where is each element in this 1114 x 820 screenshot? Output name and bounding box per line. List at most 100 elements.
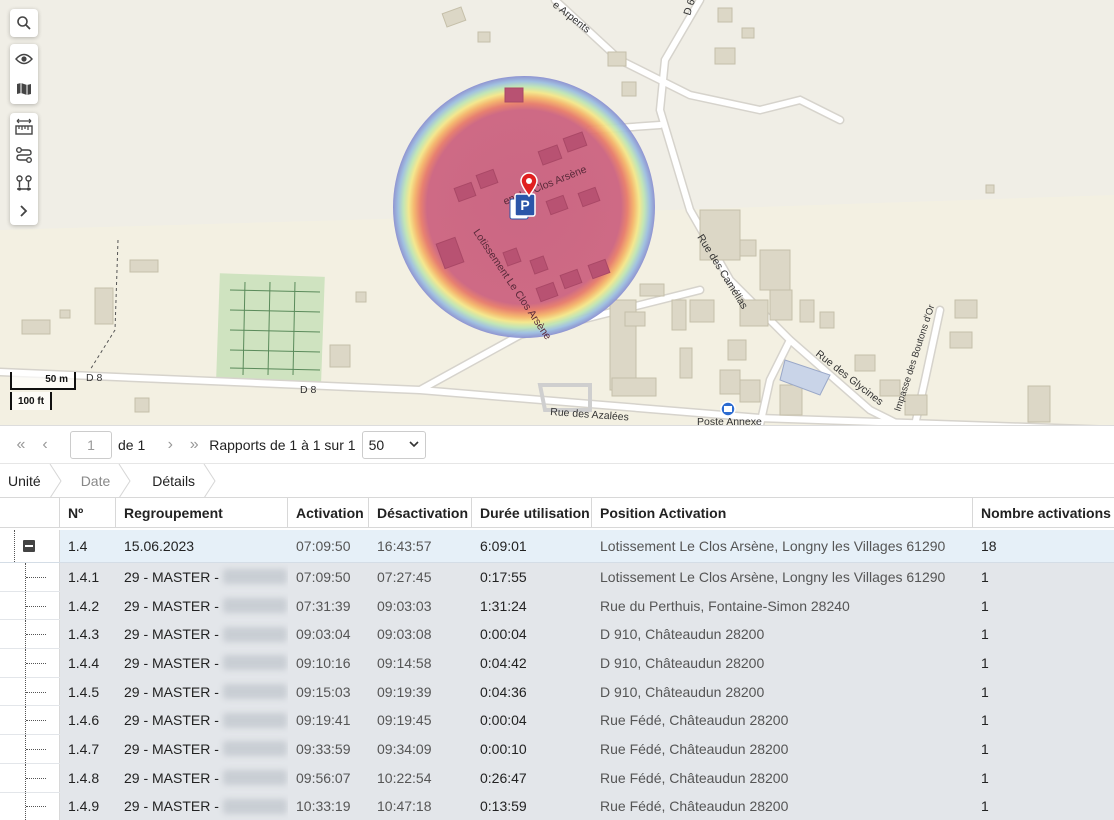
cell-grouping-text: 29 - MASTER - bbox=[124, 568, 219, 585]
cell-number: 1.4.2 bbox=[68, 597, 100, 614]
search-button[interactable] bbox=[10, 9, 38, 37]
collapse-button[interactable] bbox=[23, 540, 35, 552]
cell-grouping: 29 - MASTER - bbox=[116, 735, 288, 763]
cell-activation: 09:56:07 bbox=[296, 769, 351, 786]
column-header-grouping[interactable]: Regroupement bbox=[116, 498, 288, 528]
column-header-duration[interactable]: Durée utilisation bbox=[472, 498, 592, 528]
ruler-icon bbox=[15, 118, 33, 135]
breadcrumb-unit[interactable]: Unité bbox=[0, 463, 62, 498]
map-canvas[interactable]: e Arpents D 61 ent Le Clos Arsène Lotiss… bbox=[0, 0, 1114, 425]
cell-activation: 09:15:03 bbox=[296, 683, 351, 700]
breadcrumb: Unité Date Détails bbox=[0, 463, 1114, 498]
table-row[interactable]: 1.4.1 29 - MASTER - 07:09:50 07:27:45 0:… bbox=[0, 563, 1114, 592]
report-table: Nº Regroupement Activation Désactivation… bbox=[0, 497, 1114, 820]
breadcrumb-label: Date bbox=[80, 472, 111, 489]
per-page-select[interactable]: 50 bbox=[361, 430, 426, 459]
last-page-button[interactable]: » bbox=[185, 436, 203, 454]
breadcrumb-label: Détails bbox=[152, 472, 196, 489]
cell-duration: 0:00:10 bbox=[480, 740, 527, 757]
reports-range-label: Rapports de 1 à 1 sur 1 bbox=[209, 436, 356, 453]
tree-cell bbox=[0, 591, 60, 620]
redacted-unit-name bbox=[222, 569, 287, 585]
column-header-deactivation[interactable]: Désactivation bbox=[369, 498, 472, 528]
cell-position: Rue Fédé, Châteaudun 28200 bbox=[600, 712, 789, 729]
cell-number: 1.4.8 bbox=[68, 769, 100, 786]
redacted-unit-name bbox=[222, 626, 287, 642]
cell-activation: 09:10:16 bbox=[296, 654, 351, 671]
redacted-unit-name bbox=[222, 712, 287, 728]
cell-grouping-text: 29 - MASTER - bbox=[124, 597, 219, 614]
cell-position: D 910, Châteaudun 28200 bbox=[600, 683, 765, 700]
cell-number: 1.4.1 bbox=[68, 568, 100, 585]
cell-count: 1 bbox=[981, 683, 989, 700]
table-row-group[interactable]: 1.4 15.06.2023 07:09:50 16:43:57 6:09:01… bbox=[0, 530, 1114, 563]
measure-button[interactable] bbox=[10, 113, 38, 141]
cell-grouping: 29 - MASTER - bbox=[116, 706, 288, 734]
column-header-activation[interactable]: Activation bbox=[288, 498, 369, 528]
first-page-button[interactable]: « bbox=[12, 436, 30, 454]
per-page-value: 50 bbox=[368, 436, 385, 453]
cell-count: 18 bbox=[981, 538, 997, 554]
cell-grouping-text: 29 - MASTER - bbox=[124, 740, 219, 757]
next-page-button[interactable]: › bbox=[161, 436, 179, 454]
cell-number: 1.4.7 bbox=[68, 740, 100, 757]
cell-activation: 09:03:04 bbox=[296, 626, 351, 643]
table-row[interactable]: 1.4.2 29 - MASTER - 07:31:39 09:03:03 1:… bbox=[0, 591, 1114, 621]
cell-position: D 910, Châteaudun 28200 bbox=[600, 626, 765, 643]
tree-cell bbox=[0, 620, 60, 649]
breadcrumb-details[interactable]: Détails bbox=[130, 463, 216, 498]
cell-deactivation: 07:27:45 bbox=[377, 568, 432, 585]
route-button[interactable] bbox=[10, 141, 38, 169]
table-row[interactable]: 1.4.6 29 - MASTER - 09:19:41 09:19:45 0:… bbox=[0, 706, 1114, 736]
tree-cell bbox=[0, 735, 60, 763]
chevron-down-icon bbox=[408, 441, 419, 448]
scale-imperial: 100 ft bbox=[10, 392, 52, 410]
table-row[interactable]: 1.4.3 29 - MASTER - 09:03:04 09:03:08 0:… bbox=[0, 620, 1114, 650]
table-header: Nº Regroupement Activation Désactivation… bbox=[0, 497, 1114, 528]
eye-icon bbox=[15, 53, 33, 65]
cell-deactivation: 10:22:54 bbox=[377, 769, 432, 786]
cell-grouping-text: 29 - MASTER - bbox=[124, 626, 219, 643]
chevron-separator-icon bbox=[203, 463, 216, 498]
map-view[interactable]: e Arpents D 61 ent Le Clos Arsène Lotiss… bbox=[0, 0, 1114, 425]
column-header-count[interactable]: Nombre activations bbox=[973, 498, 1114, 528]
waypoints-button[interactable] bbox=[10, 169, 38, 197]
cell-duration: 0:13:59 bbox=[480, 798, 527, 815]
table-row[interactable]: 1.4.8 29 - MASTER - 09:56:07 10:22:54 0:… bbox=[0, 763, 1114, 793]
redacted-unit-name bbox=[222, 684, 287, 700]
breadcrumb-date[interactable]: Date bbox=[61, 463, 131, 498]
cell-number: 1.4.9 bbox=[68, 798, 100, 815]
cell-number: 1.4.6 bbox=[68, 712, 100, 729]
tree-cell bbox=[0, 530, 60, 562]
tree-cell bbox=[0, 706, 60, 735]
table-row[interactable]: 1.4.7 29 - MASTER - 09:33:59 09:34:09 0:… bbox=[0, 735, 1114, 764]
cell-duration: 0:04:36 bbox=[480, 683, 527, 700]
cell-deactivation: 10:47:18 bbox=[377, 798, 432, 815]
cell-grouping: 29 - MASTER - bbox=[116, 563, 288, 591]
report-pager: « ‹ de 1 › » Rapports de 1 à 1 sur 1 50 bbox=[0, 425, 1114, 463]
table-row[interactable]: 1.4.9 29 - MASTER - 10:33:19 10:47:18 0:… bbox=[0, 792, 1114, 820]
map-search-toolbar bbox=[10, 9, 38, 37]
cell-activation: 07:31:39 bbox=[296, 597, 351, 614]
cell-duration: 0:04:42 bbox=[480, 654, 527, 671]
column-header-position[interactable]: Position Activation bbox=[592, 498, 973, 528]
cell-count: 1 bbox=[981, 798, 989, 815]
column-header-tree bbox=[0, 498, 60, 528]
column-header-number[interactable]: Nº bbox=[60, 498, 116, 528]
table-row[interactable]: 1.4.5 29 - MASTER - 09:15:03 09:19:39 0:… bbox=[0, 677, 1114, 707]
scale-metric: 50 m bbox=[10, 372, 76, 390]
page-number-input[interactable] bbox=[70, 430, 112, 459]
expand-toolbar-button[interactable] bbox=[10, 197, 38, 225]
cell-grouping-text: 29 - MASTER - bbox=[124, 712, 219, 729]
cell-activation: 09:33:59 bbox=[296, 740, 351, 757]
prev-page-button[interactable]: ‹ bbox=[36, 436, 54, 454]
street-label: Poste Annexe bbox=[697, 416, 762, 425]
tree-cell bbox=[0, 649, 60, 677]
cell-count: 1 bbox=[981, 740, 989, 757]
map-layers-icon bbox=[17, 83, 31, 95]
table-row[interactable]: 1.4.4 29 - MASTER - 09:10:16 09:14:58 0:… bbox=[0, 649, 1114, 678]
street-label: D 8 bbox=[86, 372, 103, 384]
visibility-button[interactable] bbox=[10, 45, 38, 73]
map-layers-button[interactable] bbox=[10, 75, 38, 103]
cell-grouping: 29 - MASTER - bbox=[116, 678, 288, 706]
